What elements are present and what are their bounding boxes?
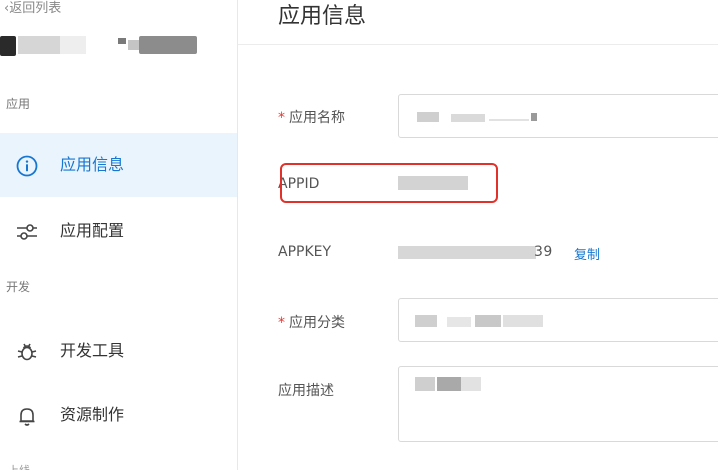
back-to-list-label: 返回列表 — [9, 1, 62, 16]
sidebar-item-app-info[interactable]: 应用信息 — [0, 133, 237, 197]
category-label: * 应用分类 — [278, 315, 345, 331]
back-to-list-link[interactable]: ‹返回列表 — [4, 0, 61, 18]
bell-icon — [16, 405, 38, 427]
app-name-redacted — [0, 32, 200, 56]
appkey-label: APPKEY — [278, 244, 332, 260]
app-name-input[interactable] — [398, 94, 718, 138]
section-label-dev: 开发 — [6, 280, 31, 294]
info-icon — [16, 155, 38, 177]
sidebar-item-label: 应用配置 — [60, 221, 125, 240]
sidebar-item-label: 应用信息 — [60, 155, 125, 174]
title-divider — [238, 44, 718, 45]
required-mark: * — [278, 315, 285, 331]
appkey-value-redacted — [398, 246, 536, 259]
sidebar-item-dev-tools[interactable]: 开发工具 — [0, 319, 237, 383]
sidebar-item-label: 资源制作 — [60, 405, 125, 424]
main-panel: 应用信息 * 应用名称 APPID APPKEY 39 复制 * 应用分类 应用… — [238, 0, 718, 470]
app-root: ‹返回列表 应用 应用信息 应用配置 开发 开发工具 资源制作 应用信息 * 应… — [0, 0, 718, 470]
required-mark: * — [278, 110, 285, 126]
appkey-value-tail: 39 — [534, 244, 553, 260]
section-label-online: 上线 — [8, 462, 30, 470]
sidebar-item-app-config[interactable]: 应用配置 — [0, 199, 237, 263]
section-label-app: 应用 — [6, 97, 31, 111]
copy-appkey-button[interactable]: 复制 — [574, 244, 600, 263]
page-title: 应用信息 — [278, 4, 367, 29]
category-select[interactable] — [398, 298, 718, 342]
bug-icon — [16, 341, 38, 363]
app-name-label: * 应用名称 — [278, 110, 345, 126]
sidebar-item-label: 开发工具 — [60, 341, 125, 360]
sidebar-item-resources[interactable]: 资源制作 — [0, 383, 237, 447]
sliders-icon — [16, 221, 38, 243]
appid-highlight-box — [280, 163, 498, 203]
description-label: 应用描述 — [278, 383, 334, 399]
sidebar: ‹返回列表 应用 应用信息 应用配置 开发 开发工具 资源制作 — [0, 0, 238, 470]
description-textarea[interactable] — [398, 366, 718, 442]
